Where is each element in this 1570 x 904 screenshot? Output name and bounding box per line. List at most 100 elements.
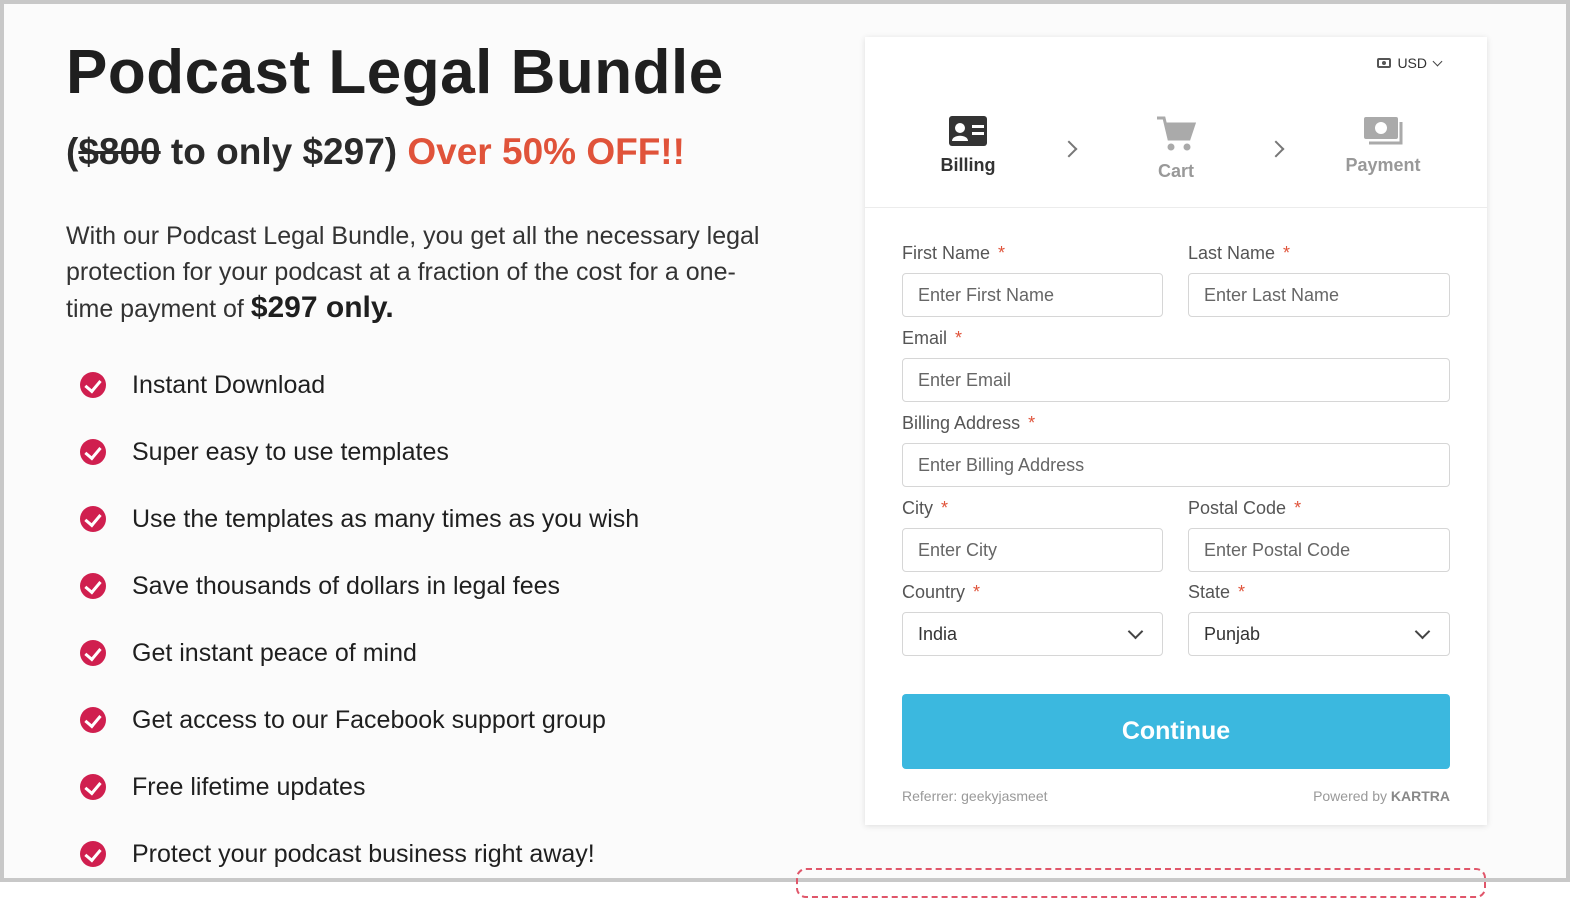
kartra-brand: KARTRA bbox=[1390, 788, 1450, 804]
id-card-icon bbox=[949, 116, 987, 146]
country-select[interactable]: India bbox=[902, 612, 1163, 656]
last-name-label: Last Name * bbox=[1188, 243, 1450, 267]
check-circle-icon bbox=[80, 640, 106, 666]
last-name-input[interactable] bbox=[1188, 273, 1450, 317]
required-mark: * bbox=[1294, 498, 1302, 518]
postal-code-label-text: Postal Code bbox=[1188, 498, 1287, 518]
email-label: Email * bbox=[902, 328, 1450, 352]
country-label: Country * bbox=[902, 582, 1163, 606]
check-circle-icon bbox=[80, 774, 106, 800]
discount-promo: Over 50% OFF!! bbox=[407, 131, 685, 172]
feature-item: Protect your podcast business right away… bbox=[80, 837, 639, 871]
required-mark: * bbox=[955, 328, 963, 348]
check-circle-icon bbox=[80, 506, 106, 532]
check-circle-icon bbox=[80, 707, 106, 733]
feature-item: Get instant peace of mind bbox=[80, 636, 639, 670]
feature-text: Get access to our Facebook support group bbox=[132, 705, 606, 734]
check-circle-icon bbox=[80, 439, 106, 465]
first-name-field: First Name * bbox=[902, 243, 1163, 317]
email-field: Email * bbox=[902, 328, 1450, 402]
first-name-label: First Name * bbox=[902, 243, 1163, 267]
feature-text: Instant Download bbox=[132, 370, 326, 399]
feature-item: Free lifetime updates bbox=[80, 770, 639, 804]
intro-price: $297 only. bbox=[250, 291, 394, 324]
email-label-text: Email bbox=[902, 328, 948, 348]
payment-icon bbox=[1364, 117, 1403, 145]
step-billing[interactable]: Billing bbox=[908, 115, 1028, 176]
postal-code-label: Postal Code * bbox=[1188, 498, 1450, 522]
state-select[interactable]: Punjab bbox=[1188, 612, 1450, 656]
feature-item: Use the templates as many times as you w… bbox=[80, 502, 639, 536]
feature-item: Super easy to use templates bbox=[80, 435, 639, 469]
referrer-text: Referrer: geekyjasmeet bbox=[902, 788, 1048, 804]
required-mark: * bbox=[941, 498, 949, 518]
country-label-text: Country bbox=[902, 582, 966, 602]
product-info: Podcast Legal Bundle ($800 to only $297)… bbox=[66, 34, 786, 868]
money-icon bbox=[1377, 58, 1392, 68]
feature-item: Get access to our Facebook support group bbox=[80, 703, 639, 737]
powered-by[interactable]: Powered by KARTRA bbox=[1313, 788, 1450, 804]
continue-button[interactable]: Continue bbox=[902, 694, 1450, 769]
state-label-text: State bbox=[1188, 582, 1231, 602]
city-input[interactable] bbox=[902, 528, 1163, 572]
check-circle-icon bbox=[80, 372, 106, 398]
postal-code-input[interactable] bbox=[1188, 528, 1450, 572]
country-value: India bbox=[918, 623, 958, 644]
feature-text: Super easy to use templates bbox=[132, 437, 449, 466]
chevron-down-icon bbox=[1127, 623, 1144, 639]
dashed-box bbox=[796, 868, 1486, 898]
price-open: ( bbox=[66, 131, 79, 172]
old-price: $800 bbox=[78, 131, 161, 172]
required-mark: * bbox=[973, 582, 981, 602]
required-mark: * bbox=[1028, 413, 1036, 433]
step-payment[interactable]: Payment bbox=[1323, 115, 1443, 176]
state-label: State * bbox=[1188, 582, 1450, 606]
state-value: Punjab bbox=[1204, 623, 1261, 644]
chevron-right-icon bbox=[1060, 140, 1078, 158]
feature-text: Use the templates as many times as you w… bbox=[132, 504, 640, 533]
billing-address-input[interactable] bbox=[902, 443, 1450, 487]
step-cart[interactable]: Cart bbox=[1116, 115, 1236, 182]
new-price: to only $297) bbox=[160, 131, 408, 172]
price-line: ($800 to only $297) Over 50% OFF!! bbox=[66, 130, 786, 174]
feature-text: Save thousands of dollars in legal fees bbox=[132, 571, 561, 600]
chevron-down-icon bbox=[1432, 56, 1443, 66]
feature-text: Protect your podcast business right away… bbox=[132, 839, 595, 868]
currency-label: USD bbox=[1397, 55, 1427, 71]
feature-text: Free lifetime updates bbox=[132, 772, 366, 801]
first-name-label-text: First Name bbox=[902, 243, 991, 263]
checkout-card: USD Billing Cart Payment First Name * En… bbox=[865, 37, 1487, 825]
feature-item: Instant Download bbox=[80, 368, 639, 402]
city-label-text: City bbox=[902, 498, 933, 518]
currency-selector[interactable]: USD bbox=[1377, 55, 1443, 71]
chevron-right-icon bbox=[1267, 140, 1285, 158]
last-name-label-text: Last Name bbox=[1188, 243, 1276, 263]
required-mark: * bbox=[998, 243, 1006, 263]
step-cart-label: Cart bbox=[1157, 161, 1194, 181]
email-input[interactable] bbox=[902, 358, 1450, 402]
powered-by-text: Powered by bbox=[1313, 788, 1391, 804]
billing-address-label-text: Billing Address bbox=[902, 413, 1021, 433]
page-frame: Podcast Legal Bundle ($800 to only $297)… bbox=[0, 0, 1570, 898]
last-name-field: Last Name * bbox=[1188, 243, 1450, 317]
billing-address-label: Billing Address * bbox=[902, 413, 1450, 437]
intro-paragraph: With our Podcast Legal Bundle, you get a… bbox=[66, 218, 766, 327]
intro-text: With our Podcast Legal Bundle, you get a… bbox=[66, 222, 760, 323]
required-mark: * bbox=[1238, 582, 1246, 602]
feature-item: Save thousands of dollars in legal fees bbox=[80, 569, 639, 603]
check-circle-icon bbox=[80, 573, 106, 599]
page-title: Podcast Legal Bundle bbox=[66, 38, 724, 107]
postal-code-field: Postal Code * bbox=[1188, 498, 1450, 572]
state-field: State * Punjab bbox=[1188, 582, 1450, 656]
checkout-steps: Billing Cart Payment bbox=[865, 107, 1487, 208]
feature-list: Instant Download Super easy to use templ… bbox=[80, 368, 639, 904]
billing-address-field: Billing Address * bbox=[902, 413, 1450, 487]
country-field: Country * India bbox=[902, 582, 1163, 656]
chevron-down-icon bbox=[1414, 623, 1431, 639]
first-name-input[interactable] bbox=[902, 273, 1163, 317]
step-payment-label: Payment bbox=[1345, 155, 1421, 175]
cart-icon bbox=[1157, 116, 1196, 151]
check-circle-icon bbox=[80, 841, 106, 867]
city-label: City * bbox=[902, 498, 1163, 522]
required-mark: * bbox=[1283, 243, 1291, 263]
